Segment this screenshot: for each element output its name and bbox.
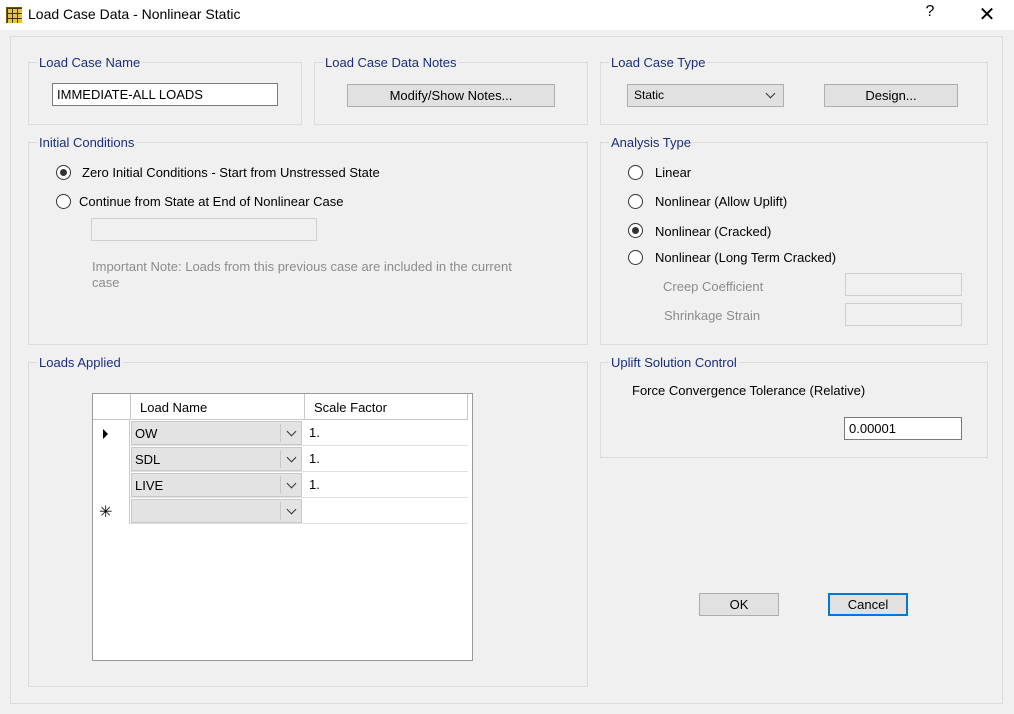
continue-state-label: Continue from State at End of Nonlinear … <box>79 194 344 209</box>
row-header[interactable] <box>93 446 130 472</box>
combo-separator <box>280 502 281 520</box>
scale-factor-cell[interactable]: 1. <box>309 451 320 466</box>
chevron-down-icon <box>286 452 297 463</box>
nonlinear-cracked-label: Nonlinear (Cracked) <box>655 224 772 239</box>
shrinkage-strain-input[interactable] <box>845 303 962 326</box>
uplift-solution-group: Uplift Solution Control <box>600 355 988 458</box>
new-row-icon: ✳ <box>99 504 113 521</box>
ok-button[interactable]: OK <box>699 593 779 616</box>
combo-separator <box>280 450 281 468</box>
nonlinear-long-term-label: Nonlinear (Long Term Cracked) <box>655 250 837 265</box>
combo-separator <box>280 424 281 442</box>
linear-radio[interactable] <box>628 165 643 180</box>
nonlinear-uplift-label: Nonlinear (Allow Uplift) <box>655 194 788 209</box>
chevron-down-icon <box>286 478 297 489</box>
load-name-select[interactable]: SDL <box>131 447 302 471</box>
notes-legend: Load Case Data Notes <box>325 55 457 70</box>
uplift-solution-legend: Uplift Solution Control <box>611 355 737 370</box>
app-icon <box>6 7 22 23</box>
nonlinear-uplift-radio[interactable] <box>628 194 643 209</box>
grid-corner <box>93 394 131 420</box>
load-case-type-value: Static <box>634 88 665 102</box>
title-bar: Load Case Data - Nonlinear Static ? ✕ <box>0 0 1014 30</box>
row-header[interactable] <box>93 472 130 498</box>
row-header[interactable] <box>93 420 130 446</box>
load-name-value: OW <box>135 426 158 441</box>
scale-factor-cell[interactable]: 1. <box>309 477 320 492</box>
zero-initial-label: Zero Initial Conditions - Start from Uns… <box>82 165 380 180</box>
load-name-select[interactable]: OW <box>131 421 302 445</box>
load-case-name-input[interactable]: IMMEDIATE-ALL LOADS <box>52 83 278 106</box>
chevron-down-icon <box>286 504 297 515</box>
row-header[interactable]: ✳ <box>93 498 130 524</box>
window-title: Load Case Data - Nonlinear Static <box>28 6 241 22</box>
column-header-load-name[interactable]: Load Name <box>131 394 305 420</box>
current-row-icon <box>103 429 108 439</box>
table-row[interactable]: LIVE 1. <box>93 472 468 498</box>
initial-conditions-legend: Initial Conditions <box>39 135 135 150</box>
nonlinear-case-field[interactable] <box>91 218 317 241</box>
chevron-down-icon <box>286 426 297 437</box>
cancel-button[interactable]: Cancel <box>828 593 908 616</box>
combo-separator <box>280 476 281 494</box>
analysis-type-legend: Analysis Type <box>611 135 691 150</box>
continue-state-radio[interactable] <box>56 194 71 209</box>
load-case-type-legend: Load Case Type <box>611 55 706 70</box>
load-name-value: SDL <box>135 452 161 467</box>
load-name-value: LIVE <box>135 478 164 493</box>
load-name-select[interactable] <box>131 499 302 523</box>
column-header-scale-factor[interactable]: Scale Factor <box>305 394 468 420</box>
load-case-type-select[interactable]: Static <box>627 84 784 107</box>
help-icon[interactable]: ? <box>920 3 940 21</box>
load-case-name-legend: Load Case Name <box>39 55 141 70</box>
close-icon[interactable]: ✕ <box>976 2 998 27</box>
nonlinear-long-term-radio[interactable] <box>628 250 643 265</box>
important-note: Important Note: Loads from this previous… <box>92 259 512 290</box>
shrinkage-strain-label: Shrinkage Strain <box>664 308 761 323</box>
tolerance-label: Force Convergence Tolerance (Relative) <box>632 383 866 398</box>
modify-show-notes-button[interactable]: Modify/Show Notes... <box>347 84 555 107</box>
new-row[interactable]: ✳ <box>93 498 468 524</box>
chevron-down-icon <box>765 88 776 99</box>
design-button[interactable]: Design... <box>824 84 958 107</box>
table-row[interactable]: SDL 1. <box>93 446 468 472</box>
loads-grid: Load Name Scale Factor OW 1. SDL 1. LIVE… <box>92 393 473 661</box>
scale-factor-cell[interactable]: 1. <box>309 425 320 440</box>
table-row[interactable]: OW 1. <box>93 420 468 446</box>
load-name-select[interactable]: LIVE <box>131 473 302 497</box>
zero-initial-radio[interactable] <box>56 165 71 180</box>
linear-label: Linear <box>655 165 692 180</box>
loads-applied-legend: Loads Applied <box>39 355 121 370</box>
creep-coefficient-label: Creep Coefficient <box>663 279 764 294</box>
nonlinear-cracked-radio[interactable] <box>628 223 643 238</box>
tolerance-input[interactable]: 0.00001 <box>844 417 962 440</box>
creep-coefficient-input[interactable] <box>845 273 962 296</box>
